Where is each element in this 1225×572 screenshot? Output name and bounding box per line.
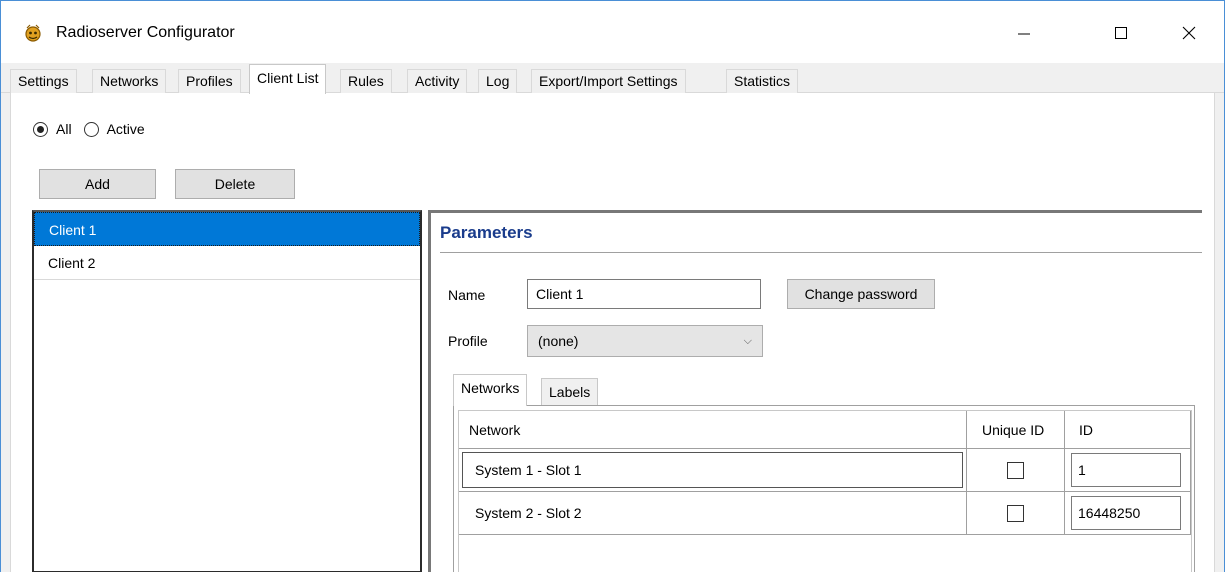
close-icon [1182, 26, 1196, 40]
unique-id-checkbox-1[interactable] [1007, 461, 1024, 479]
parameters-panel: Parameters Name Client 1 Change password… [428, 210, 1202, 572]
close-button[interactable] [1166, 15, 1212, 51]
filter-radio-group: All Active [33, 121, 157, 137]
tab-activity[interactable]: Activity [407, 69, 468, 93]
radio-all-label[interactable]: All [56, 121, 72, 137]
profile-select[interactable]: (none) ⌵ [527, 325, 763, 357]
tab-settings[interactable]: Settings [10, 69, 77, 93]
profile-select-value: (none) [538, 333, 579, 349]
parameters-divider [440, 252, 1202, 253]
tab-labels[interactable]: Labels [541, 378, 599, 406]
tab-statistics[interactable]: Statistics [726, 69, 799, 93]
radio-selected-dot [37, 125, 44, 133]
change-password-button[interactable]: Change password [787, 279, 935, 309]
client-list-page: All Active Add Delete Client 1 Client 2 … [10, 93, 1215, 572]
main-tab-strip: Settings Networks Profiles Client List R… [1, 63, 1224, 94]
column-header-network[interactable]: Network [459, 411, 967, 449]
name-input[interactable]: Client 1 [527, 279, 761, 309]
tab-networks-inner[interactable]: Networks [453, 374, 528, 406]
networks-grid: Network Unique ID ID System 1 - Slot 1 1… [453, 405, 1195, 572]
tab-profiles[interactable]: Profiles [178, 69, 241, 93]
title-bar: Radioserver Configurator [1, 1, 1224, 63]
table-row-1-network[interactable]: System 1 - Slot 1 [462, 452, 963, 488]
unique-id-checkbox-2[interactable] [1007, 504, 1024, 522]
client-list[interactable]: Client 1 Client 2 [32, 210, 422, 572]
profile-label: Profile [448, 333, 488, 349]
id-input-2[interactable]: 16448250 [1071, 496, 1181, 530]
tab-networks[interactable]: Networks [92, 69, 167, 93]
networks-grid-body: Network Unique ID ID System 1 - Slot 1 1… [458, 410, 1192, 572]
chevron-down-icon: ⌵ [743, 335, 752, 347]
table-row-1-network-cell[interactable]: System 1 - Slot 1 [459, 449, 967, 492]
tab-log[interactable]: Log [478, 69, 518, 93]
minimize-icon [1018, 33, 1030, 35]
column-header-unique-id[interactable]: Unique ID [967, 411, 1065, 449]
maximize-button[interactable] [1098, 15, 1144, 51]
radio-active-label[interactable]: Active [107, 121, 145, 137]
list-item-client-1[interactable]: Client 1 [34, 212, 420, 246]
app-window: Radioserver Configurator Settings Networ… [0, 0, 1225, 572]
window-title: Radioserver Configurator [56, 24, 235, 41]
table-row-1-unique-id-cell [967, 449, 1065, 492]
radio-all[interactable] [33, 121, 48, 137]
table-row-2-unique-id-cell [967, 492, 1065, 535]
minimize-button[interactable] [1001, 15, 1047, 51]
tab-export-import-settings[interactable]: Export/Import Settings [531, 69, 686, 93]
app-icon [25, 24, 41, 42]
radio-active[interactable] [83, 121, 99, 137]
name-label: Name [448, 287, 486, 303]
delete-button[interactable]: Delete [175, 169, 295, 199]
tab-rules[interactable]: Rules [340, 69, 392, 93]
table-row-1-id-cell: 1 [1065, 449, 1191, 492]
column-header-id[interactable]: ID [1065, 411, 1191, 449]
id-input-1[interactable]: 1 [1071, 453, 1181, 487]
tab-client-list[interactable]: Client List [249, 64, 327, 94]
table-row-2-id-cell: 16448250 [1065, 492, 1191, 535]
maximize-icon [1115, 27, 1127, 39]
add-button[interactable]: Add [39, 169, 156, 199]
table-row-2-network[interactable]: System 2 - Slot 2 [459, 492, 967, 535]
list-item-client-2[interactable]: Client 2 [34, 246, 420, 280]
parameters-title: Parameters [440, 223, 533, 242]
